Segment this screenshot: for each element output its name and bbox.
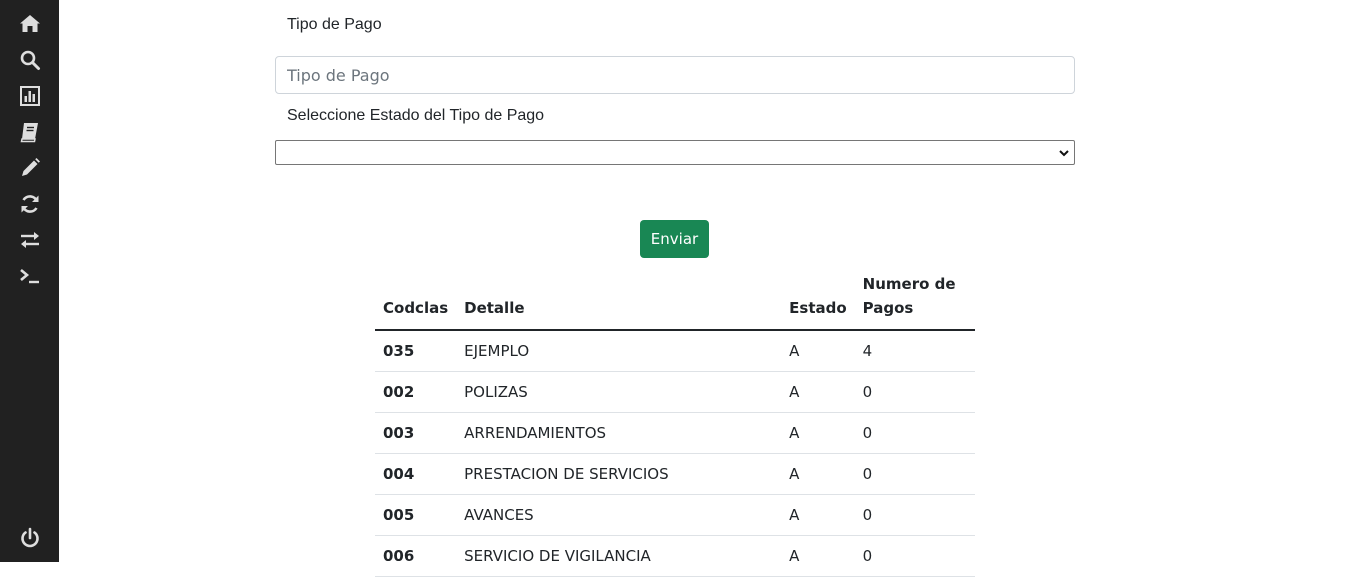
book-icon[interactable] xyxy=(18,120,42,144)
table-row: 035 EJEMPLO A 4 xyxy=(375,330,975,372)
cell-pagos: 0 xyxy=(854,453,975,495)
sync-icon[interactable] xyxy=(18,192,42,216)
tipos-pago-table: Codclas Detalle Estado Numero de Pagos 0… xyxy=(375,270,975,577)
header-detalle: Detalle xyxy=(456,270,782,331)
cell-codclas: 003 xyxy=(375,412,457,454)
header-codclas: Codclas xyxy=(375,270,457,331)
cell-estado: A xyxy=(781,330,855,372)
cell-estado: A xyxy=(781,412,855,454)
cell-detalle: AVANCES xyxy=(456,494,782,536)
sidebar xyxy=(0,0,59,562)
table-row: 003 ARRENDAMIENTOS A 0 xyxy=(375,412,975,454)
cell-pagos: 0 xyxy=(854,412,975,454)
table-row: 004 PRESTACION DE SERVICIOS A 0 xyxy=(375,453,975,495)
cell-codclas: 002 xyxy=(375,371,457,413)
exchange-icon[interactable] xyxy=(18,228,42,252)
terminal-icon[interactable] xyxy=(18,264,42,288)
header-estado: Estado xyxy=(781,270,855,331)
enviar-button[interactable]: Enviar xyxy=(640,220,709,258)
cell-pagos: 0 xyxy=(854,371,975,413)
tipo-pago-label: Tipo de Pago xyxy=(287,16,382,33)
cell-detalle: ARRENDAMIENTOS xyxy=(456,412,782,454)
cell-detalle: PRESTACION DE SERVICIOS xyxy=(456,453,782,495)
cell-codclas: 005 xyxy=(375,494,457,536)
estado-select[interactable] xyxy=(275,140,1075,165)
cell-estado: A xyxy=(781,494,855,536)
chart-icon[interactable] xyxy=(18,84,42,108)
tipo-pago-input[interactable] xyxy=(275,56,1075,94)
power-icon[interactable] xyxy=(18,526,42,550)
cell-pagos: 0 xyxy=(854,494,975,536)
header-numero-pagos: Numero de Pagos xyxy=(854,270,975,331)
table-header-row: Codclas Detalle Estado Numero de Pagos xyxy=(375,270,975,331)
cell-codclas: 035 xyxy=(375,330,457,372)
cell-codclas: 006 xyxy=(375,535,457,577)
cell-estado: A xyxy=(781,371,855,413)
table-row: 005 AVANCES A 0 xyxy=(375,494,975,536)
pencil-icon[interactable] xyxy=(18,156,42,180)
main-content: Tipo de Pago Seleccione Estado del Tipo … xyxy=(59,0,1347,577)
home-icon[interactable] xyxy=(18,12,42,36)
cell-pagos: 0 xyxy=(854,535,975,577)
cell-codclas: 004 xyxy=(375,453,457,495)
cell-detalle: EJEMPLO xyxy=(456,330,782,372)
table-row: 006 SERVICIO DE VIGILANCIA A 0 xyxy=(375,535,975,577)
chevron-down-icon xyxy=(1059,150,1069,157)
cell-detalle: SERVICIO DE VIGILANCIA xyxy=(456,535,782,577)
table-row: 002 POLIZAS A 0 xyxy=(375,371,975,413)
estado-label: Seleccione Estado del Tipo de Pago xyxy=(287,107,545,124)
search-icon[interactable] xyxy=(18,48,42,72)
cell-estado: A xyxy=(781,453,855,495)
cell-detalle: POLIZAS xyxy=(456,371,782,413)
cell-pagos: 4 xyxy=(854,330,975,372)
cell-estado: A xyxy=(781,535,855,577)
